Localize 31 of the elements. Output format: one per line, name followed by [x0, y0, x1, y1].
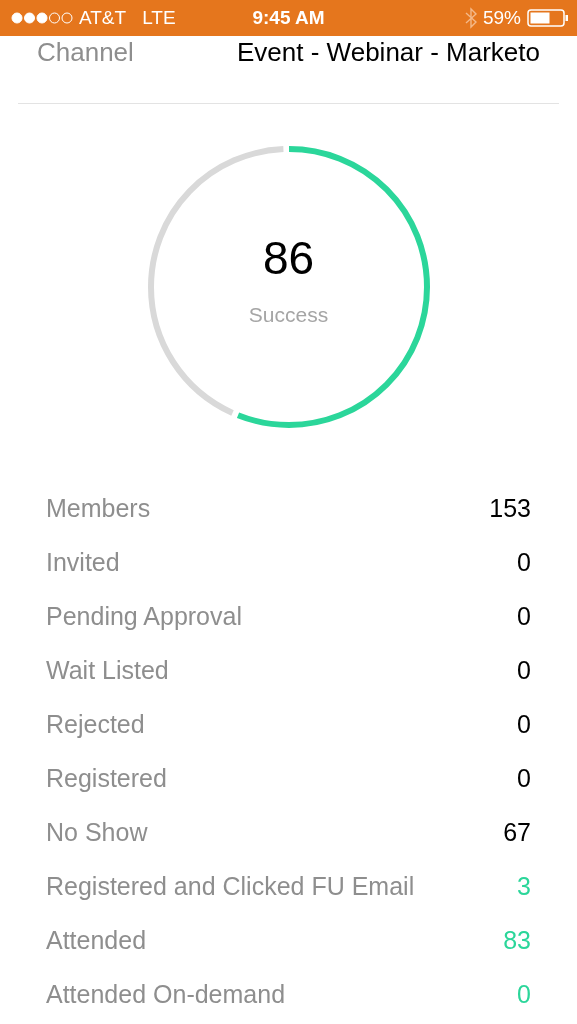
stat-value: 67 — [503, 817, 531, 847]
stat-value: 153 — [489, 493, 531, 523]
stat-value: 83 — [503, 925, 531, 955]
battery-percent: 59% — [482, 7, 521, 29]
stat-label: Wait Listed — [46, 655, 169, 685]
channel-value: Event - Webinar - Marketo — [237, 36, 540, 68]
stat-value: 0 — [517, 601, 531, 631]
bluetooth-icon — [464, 7, 477, 29]
signal-icon — [11, 12, 73, 24]
stat-label: Attended On-demand — [46, 979, 286, 1009]
stat-label: Registered and Clicked FU Email — [46, 871, 415, 901]
clock-time: 9:45 AM — [252, 7, 325, 29]
stat-label: Pending Approval — [46, 601, 242, 631]
stat-value: 0 — [517, 547, 531, 577]
stat-value: 0 — [517, 763, 531, 793]
stat-value: 0 — [517, 979, 531, 1009]
stat-value: 0 — [517, 655, 531, 685]
battery-icon — [527, 9, 569, 27]
network-label: LTE — [142, 7, 176, 29]
channel-label: Channel — [37, 36, 134, 68]
stat-label: Rejected — [46, 709, 145, 739]
stat-label: Members — [46, 493, 151, 523]
stat-value: 0 — [517, 709, 531, 739]
stat-value: 3 — [517, 871, 531, 901]
stat-label: Attended — [46, 925, 147, 955]
stat-label: Registered — [46, 763, 167, 793]
stat-label: No Show — [46, 817, 148, 847]
stat-label: Invited — [46, 547, 120, 577]
success-label: Success — [248, 303, 329, 327]
success-score: 86 — [262, 231, 315, 285]
carrier-label: AT&T — [79, 7, 127, 29]
